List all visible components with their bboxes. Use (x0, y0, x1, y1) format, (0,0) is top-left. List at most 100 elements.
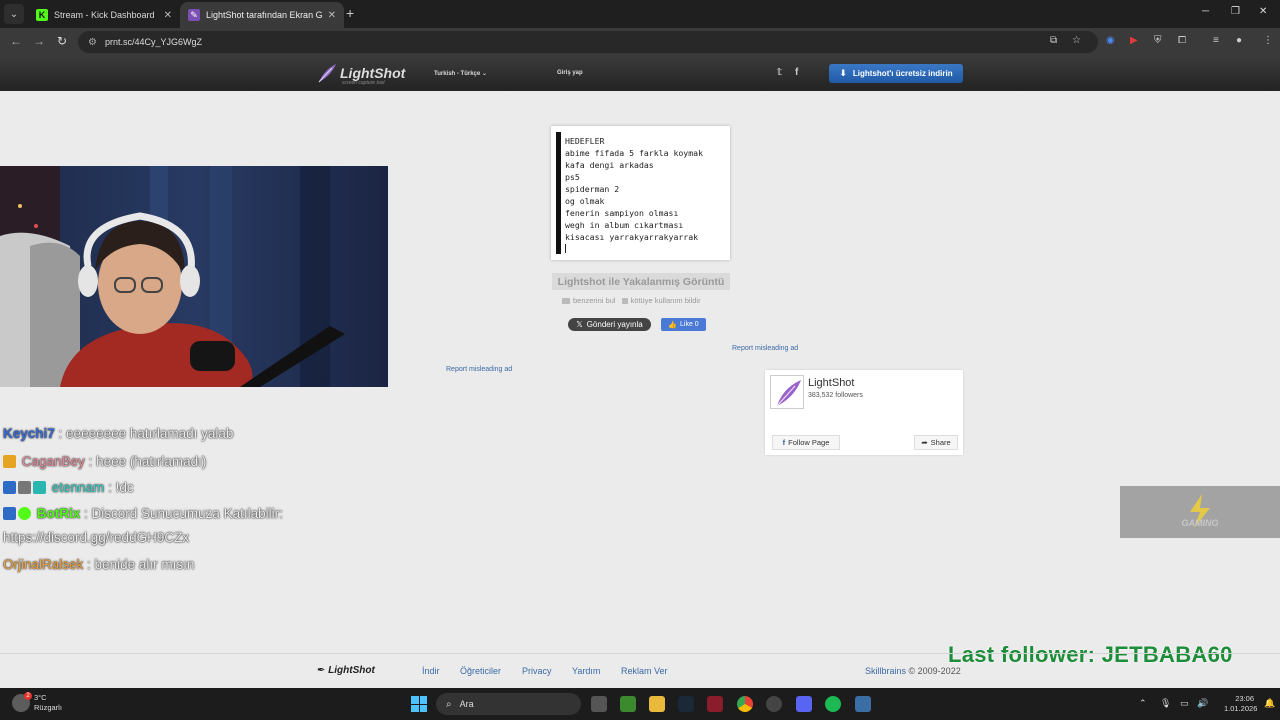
chat-text: https://discord.gg/reddGH9CZx (3, 530, 190, 545)
taskbar-search[interactable]: ⌕ Ara (436, 693, 581, 715)
start-button[interactable] (411, 696, 427, 712)
language-select[interactable]: Turkish - Türkçe ⌄ (434, 70, 487, 77)
captured-screenshot[interactable]: HEDEFLER abime fifada 5 farkla koymak kafa… (551, 126, 730, 260)
chat-text: heee (hatırlamadı) (96, 454, 207, 469)
x-icon: 𝕏 (576, 320, 583, 329)
screenshot-line: kafa dengi arkadas (565, 160, 654, 170)
tab-title: LightShot tarafından Ekran Gör (206, 10, 322, 20)
report-abuse-link[interactable]: kötüye kullanım bildir (621, 296, 701, 305)
screenshot-line: abime fifada 5 farkla koymak (565, 148, 704, 158)
discord-icon[interactable] (796, 696, 812, 712)
footer-link-tutorials[interactable]: Öğreticiler (460, 666, 501, 676)
find-similar-link[interactable]: benzerini bul (562, 296, 616, 305)
spotify-icon[interactable] (825, 696, 841, 712)
crown-badge-icon (3, 455, 16, 468)
chat-username: Keychi7 (3, 426, 55, 441)
steam-icon[interactable] (678, 696, 694, 712)
report-misleading-ad-link[interactable]: Report misleading ad (732, 345, 798, 352)
browser-toolbar: ← → ↻ ⚙ prnt.sc/44Cy_YJG6WgZ ⧉ ☆ ◉ ▶ ⛨ ⧠… (0, 28, 1280, 56)
tab-kick-dashboard[interactable]: K Stream - Kick Dashboard ✕ (28, 2, 180, 28)
tab-search-button[interactable]: ⌄ (4, 4, 24, 24)
app-icon[interactable] (855, 696, 871, 712)
extensions-puzzle-icon[interactable]: ⧠ (1178, 35, 1186, 46)
network-icon[interactable]: ▭ (1180, 698, 1189, 709)
address-bar[interactable]: ⚙ prnt.sc/44Cy_YJG6WgZ (78, 31, 1098, 53)
share-button[interactable]: ➦ Share (914, 435, 958, 450)
report-misleading-ad-link[interactable]: Report misleading ad (446, 366, 512, 373)
sword-badge-icon (3, 481, 16, 494)
chat-text: Discord Sunucumuza Katılabilir: (91, 506, 283, 521)
screenshot-text: HEDEFLER abime fifada 5 farkla koymak kafa… (565, 135, 703, 243)
notifications-icon[interactable]: 🔔 (1264, 698, 1275, 709)
footer-link-privacy[interactable]: Privacy (522, 666, 552, 676)
lightshot-logo[interactable]: LightShot screen capture tool (316, 62, 405, 86)
window-close-icon[interactable]: ✕ (1259, 6, 1267, 17)
tray-overflow-icon[interactable]: ⌃ (1139, 698, 1147, 709)
valorant-icon[interactable] (707, 696, 723, 712)
extension-youtube-icon[interactable]: ▶ (1130, 35, 1138, 46)
login-link[interactable]: Giriş yap (557, 70, 583, 76)
screenshot-line: wegh in album cıkartması (565, 220, 684, 230)
back-icon[interactable]: ← (10, 34, 22, 48)
site-info-icon[interactable]: ⚙ (88, 37, 97, 48)
screenshot-line: HEDEFLER (565, 136, 605, 146)
close-icon[interactable]: ✕ (164, 10, 172, 21)
footer-link-download[interactable]: İndir (422, 666, 440, 676)
screenshot-line: fenerin sampiyon olması (565, 208, 679, 218)
flag-icon (621, 298, 628, 305)
obs-icon[interactable] (766, 696, 782, 712)
lightning-icon: GAMING (1182, 494, 1219, 528)
chat-text: !dc (115, 480, 134, 495)
maximize-icon[interactable]: ❐ (1231, 6, 1240, 17)
minecraft-icon[interactable] (620, 696, 636, 712)
verified-badge-icon (18, 507, 31, 520)
profile-avatar-icon[interactable]: ● (1236, 35, 1242, 46)
clock[interactable]: 23:06 1.01.2026 (1224, 694, 1257, 714)
minimize-icon[interactable]: ─ (1202, 6, 1209, 17)
reading-list-icon[interactable]: ≡ (1213, 35, 1219, 46)
chat-message: CaganBey : heee (hatırlamadı) (3, 454, 206, 469)
menu-dots-icon[interactable]: ⋮ (1263, 35, 1273, 46)
screenshot-left-border (556, 132, 561, 254)
page-avatar[interactable] (770, 375, 804, 409)
follow-page-button[interactable]: f Follow Page (772, 435, 840, 450)
url-text: prnt.sc/44Cy_YJG6WgZ (104, 37, 202, 47)
follower-count: 383,532 followers (808, 392, 863, 399)
close-icon[interactable]: ✕ (328, 10, 336, 21)
text-cursor (565, 244, 566, 253)
weather-widget[interactable]: 2 3°C Rüzgarlı (12, 692, 62, 713)
chat-username: OrjinalRalsek (3, 557, 84, 572)
volume-icon[interactable]: 🔊 (1197, 698, 1208, 709)
tab-lightshot[interactable]: ✎ LightShot tarafından Ekran Gör ✕ (180, 2, 344, 28)
windows-taskbar: 2 3°C Rüzgarlı ⌕ Ara ⌃ 🎙 ▭ 🔊 23:06 1.01.… (0, 688, 1280, 720)
bookmark-star-icon[interactable]: ☆ (1072, 35, 1081, 46)
chat-username: CaganBey (21, 454, 85, 469)
microphone-icon[interactable]: 🎙 (1160, 698, 1171, 709)
forward-icon[interactable]: → (33, 34, 45, 48)
facebook-icon[interactable]: f (795, 67, 798, 78)
extension-audio-icon[interactable]: ◉ (1106, 35, 1115, 46)
chrome-icon[interactable] (737, 696, 753, 712)
page-name[interactable]: LightShot (808, 377, 854, 389)
install-app-icon[interactable]: ⧉ (1050, 35, 1057, 46)
chat-text: eeeeeeee hatırlamadı yalab (66, 426, 234, 441)
footer-logo[interactable]: ✒ LightShot (317, 665, 375, 676)
facebook-like-button[interactable]: 👍 Like 0 (661, 318, 706, 331)
search-icon: ⌕ (446, 698, 452, 710)
screenshot-line: og olmak (565, 196, 605, 206)
tweet-button[interactable]: 𝕏 Gönderi yayınla (568, 318, 651, 331)
extension-shield-icon[interactable]: ⛨ (1154, 35, 1162, 46)
footer-link-help[interactable]: Yardım (572, 666, 600, 676)
new-tab-button[interactable]: + (346, 5, 354, 21)
reload-icon[interactable]: ↻ (57, 34, 67, 48)
skillbrains-link[interactable]: Skillbrains (865, 666, 906, 676)
twitter-icon[interactable]: 𝕥 (777, 67, 782, 78)
footer-copyright: Skillbrains © 2009-2022 (865, 666, 961, 676)
feather-icon: ✒ (317, 665, 326, 676)
lightshot-header: LightShot screen capture tool Turkish - … (0, 56, 1280, 91)
download-button[interactable]: ⬇ Lightshot'ı ücretsiz indirin (829, 64, 963, 83)
footer-link-advertise[interactable]: Reklam Ver (621, 666, 668, 676)
file-explorer-icon[interactable] (649, 696, 665, 712)
image-caption: Lightshot ile Yakalanmış Görüntü (552, 273, 730, 290)
task-view-icon[interactable] (591, 696, 607, 712)
